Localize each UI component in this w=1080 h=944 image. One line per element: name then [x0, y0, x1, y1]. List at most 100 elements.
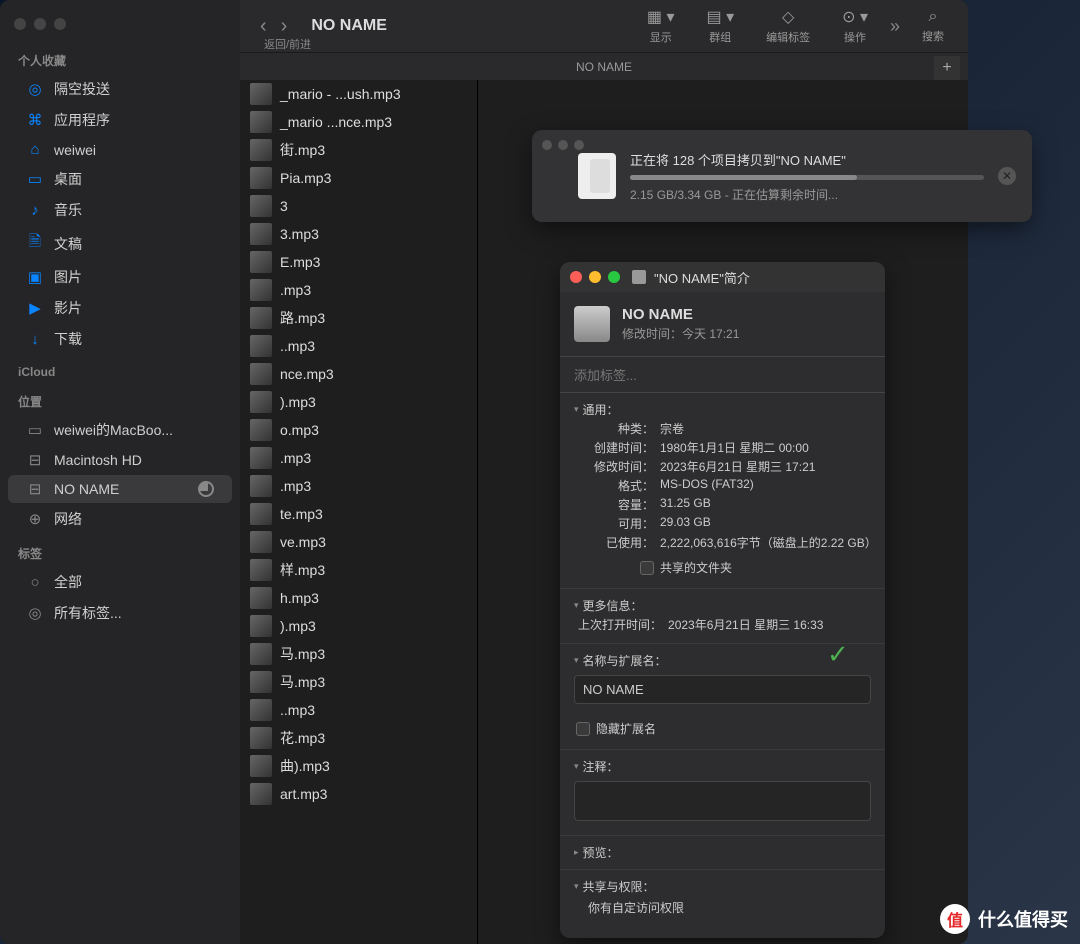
minimize-button[interactable] [558, 140, 568, 150]
file-row[interactable]: h.mp3 [240, 584, 477, 612]
file-name: 样.mp3 [280, 560, 325, 580]
file-name: te.mp3 [280, 506, 323, 522]
sidebar-label: 音乐 [54, 200, 82, 220]
search-button[interactable]: ⌕搜索 [912, 6, 954, 46]
sidebar-item[interactable]: 🗎文稿 [8, 226, 232, 261]
favorites-header: 个人收藏 [0, 42, 240, 73]
file-row[interactable]: ).mp3 [240, 612, 477, 640]
cancel-copy-button[interactable]: ✕ [998, 167, 1016, 185]
close-button[interactable] [542, 140, 552, 150]
sidebar-item[interactable]: ▣图片 [8, 262, 232, 292]
file-row[interactable]: nce.mp3 [240, 360, 477, 388]
file-column[interactable]: _mario - ...ush.mp3 _mario ...nce.mp3街.mp… [240, 80, 478, 944]
group-button[interactable]: ▤ ▾群组 [697, 5, 745, 47]
sidebar-item[interactable]: ↓下载 [8, 324, 232, 354]
file-row[interactable]: art.mp3 [240, 780, 477, 808]
tag-icon: ◇ [782, 7, 794, 27]
comments-header[interactable]: 注释： [574, 758, 871, 775]
close-button[interactable] [570, 271, 582, 283]
file-row[interactable]: 曲).mp3 [240, 752, 477, 780]
overflow-button[interactable]: » [890, 16, 900, 37]
file-row[interactable]: .mp3 [240, 472, 477, 500]
sidebar-item[interactable]: ○全部 [8, 567, 232, 597]
file-row[interactable]: .mp3 [240, 444, 477, 472]
file-name: 马.mp3 [280, 672, 325, 692]
file-row[interactable]: o.mp3 [240, 416, 477, 444]
sidebar-item[interactable]: ▭weiwei的MacBoo... [8, 415, 232, 445]
hide-ext-checkbox[interactable]: 隐藏扩展名 [576, 720, 871, 737]
file-row[interactable]: _mario ...nce.mp3 [240, 108, 477, 136]
sharing-text: 你有自定访问权限 [588, 899, 871, 916]
comments-input[interactable] [574, 781, 871, 821]
file-name: _mario - ...ush.mp3 [280, 86, 401, 102]
sidebar-item[interactable]: ⌂weiwei [8, 136, 232, 163]
info-header: NO NAME 修改时间：今天 17:21 [560, 292, 885, 356]
file-name: ..mp3 [280, 338, 315, 354]
file-row[interactable]: _mario - ...ush.mp3 [240, 80, 477, 108]
minimize-button[interactable] [34, 18, 46, 30]
file-row[interactable]: 样.mp3 [240, 556, 477, 584]
path-item[interactable]: NO NAME [576, 60, 632, 74]
tags-field[interactable]: 添加标签... [560, 356, 885, 393]
sidebar-label: 网络 [54, 509, 82, 529]
maximize-button[interactable] [608, 271, 620, 283]
sidebar-item[interactable]: ◎隔空投送 [8, 74, 232, 104]
file-row[interactable]: 3.mp3 [240, 220, 477, 248]
sidebar-item[interactable]: ⊟NO NAME [8, 475, 232, 503]
file-thumbnail [250, 251, 272, 273]
path-bar: NO NAME + [240, 52, 968, 80]
sidebar-item[interactable]: ⊕网络 [8, 504, 232, 534]
general-header[interactable]: 通用： [574, 401, 871, 418]
file-row[interactable]: .mp3 [240, 276, 477, 304]
file-row[interactable]: ..mp3 [240, 332, 477, 360]
grid-icon: ▦ ▾ [647, 7, 675, 27]
file-row[interactable]: te.mp3 [240, 500, 477, 528]
file-row[interactable]: 花.mp3 [240, 724, 477, 752]
file-row[interactable]: 马.mp3 [240, 640, 477, 668]
view-button[interactable]: ▦ ▾显示 [637, 5, 685, 47]
file-row[interactable]: 马.mp3 [240, 668, 477, 696]
maximize-button[interactable] [54, 18, 66, 30]
info-window-controls [570, 271, 620, 283]
file-row[interactable]: 街.mp3 [240, 136, 477, 164]
sidebar-item[interactable]: ▶影片 [8, 293, 232, 323]
sidebar-item[interactable]: ⊟Macintosh HD [8, 446, 232, 474]
toolbar: ‹ › NO NAME 返回/前进 ▦ ▾显示 ▤ ▾群组 ◇编辑标签 ⊙ ▾操… [240, 0, 968, 52]
file-thumbnail [250, 447, 272, 469]
sidebar-item[interactable]: ▭桌面 [8, 164, 232, 194]
file-row[interactable]: Pia.mp3 [240, 164, 477, 192]
file-thumbnail [250, 167, 272, 189]
sidebar-icon: ▣ [26, 268, 44, 286]
watermark-text: 什么值得买 [978, 906, 1068, 932]
file-thumbnail [250, 195, 272, 217]
maximize-button[interactable] [574, 140, 584, 150]
sidebar-icon: ⊟ [26, 480, 44, 498]
shared-checkbox[interactable]: 共享的文件夹 [640, 559, 871, 576]
close-button[interactable] [14, 18, 26, 30]
file-name: ve.mp3 [280, 534, 326, 550]
tags-button[interactable]: ◇编辑标签 [756, 5, 820, 47]
sidebar-item[interactable]: ◎所有标签... [8, 598, 232, 628]
sidebar-item[interactable]: ♪音乐 [8, 195, 232, 225]
file-row[interactable]: ve.mp3 [240, 528, 477, 556]
minimize-button[interactable] [589, 271, 601, 283]
file-thumbnail [250, 335, 272, 357]
locations-header: 位置 [0, 383, 240, 414]
add-tab-button[interactable]: + [934, 56, 960, 80]
file-row[interactable]: 3 [240, 192, 477, 220]
file-row[interactable]: ).mp3 [240, 388, 477, 416]
file-row[interactable]: 路.mp3 [240, 304, 477, 332]
name-input[interactable] [574, 675, 871, 704]
actions-button[interactable]: ⊙ ▾操作 [832, 5, 878, 47]
file-row[interactable]: E.mp3 [240, 248, 477, 276]
file-name: Pia.mp3 [280, 170, 331, 186]
volume-name: NO NAME [622, 306, 739, 323]
sharing-header[interactable]: 共享与权限： [574, 878, 871, 895]
progress-bar [630, 175, 984, 180]
more-header[interactable]: 更多信息： [574, 597, 871, 614]
preview-header[interactable]: 预览： [574, 844, 871, 861]
sidebar-item[interactable]: ⌘应用程序 [8, 105, 232, 135]
file-row[interactable]: ..mp3 [240, 696, 477, 724]
file-name: .mp3 [280, 478, 311, 494]
file-name: .mp3 [280, 282, 311, 298]
